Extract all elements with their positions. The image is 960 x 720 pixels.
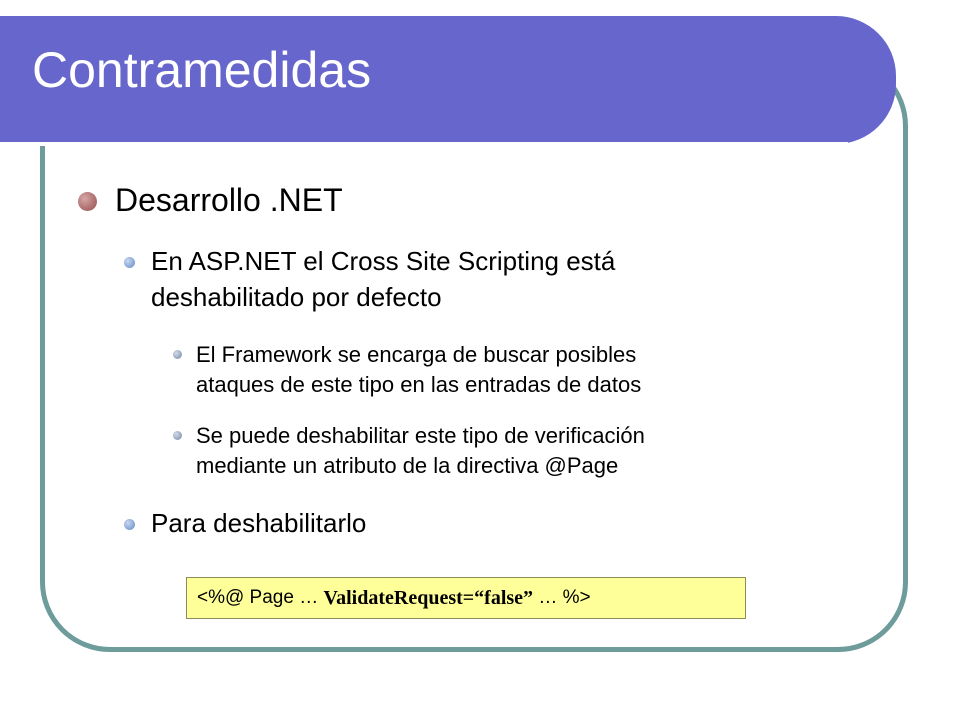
bullet-dot-icon (173, 431, 182, 440)
bullet-item-level1: Desarrollo .NET (78, 180, 343, 220)
bullet-text: El Framework se encarga de buscar posibl… (196, 340, 641, 400)
bullet-line: En ASP.NET el Cross Site Scripting está (151, 246, 616, 276)
bullet-text: Para deshabilitarlo (151, 508, 367, 538)
bullet-text: En ASP.NET el Cross Site Scripting está … (151, 243, 615, 315)
code-snippet-box: <%@ Page … ValidateRequest=“false” … %> (186, 577, 746, 619)
code-prefix: <%@ Page … (197, 587, 324, 608)
bullet-item-level2: En ASP.NET el Cross Site Scripting está … (124, 243, 615, 315)
bullet-dot-icon (124, 257, 135, 268)
bullet-dot-icon (78, 192, 97, 211)
slide-content: Desarrollo .NET En ASP.NET el Cross Site… (0, 0, 960, 720)
bullet-text: Se puede deshabilitar este tipo de verif… (196, 421, 645, 481)
bullet-text: Desarrollo .NET (115, 182, 343, 218)
bullet-line: Se puede deshabilitar este tipo de verif… (196, 423, 645, 448)
bullet-line: mediante un atributo de la directiva @Pa… (196, 453, 619, 478)
bullet-item-level3: Se puede deshabilitar este tipo de verif… (173, 421, 645, 481)
bullet-line: El Framework se encarga de buscar posibl… (196, 342, 637, 367)
bullet-dot-icon (173, 350, 182, 359)
bullet-item-level3: El Framework se encarga de buscar posibl… (173, 340, 641, 400)
slide: Contramedidas Desarrollo .NET En ASP.NET… (0, 0, 960, 720)
code-highlight: ValidateRequest=“false” (323, 586, 534, 609)
bullet-item-level2: Para deshabilitarlo (124, 505, 366, 541)
code-suffix: … %> (533, 587, 591, 608)
bullet-line: deshabilitado por defecto (151, 282, 442, 312)
bullet-line: ataques de este tipo en las entradas de … (196, 372, 642, 397)
bullet-dot-icon (124, 519, 135, 530)
